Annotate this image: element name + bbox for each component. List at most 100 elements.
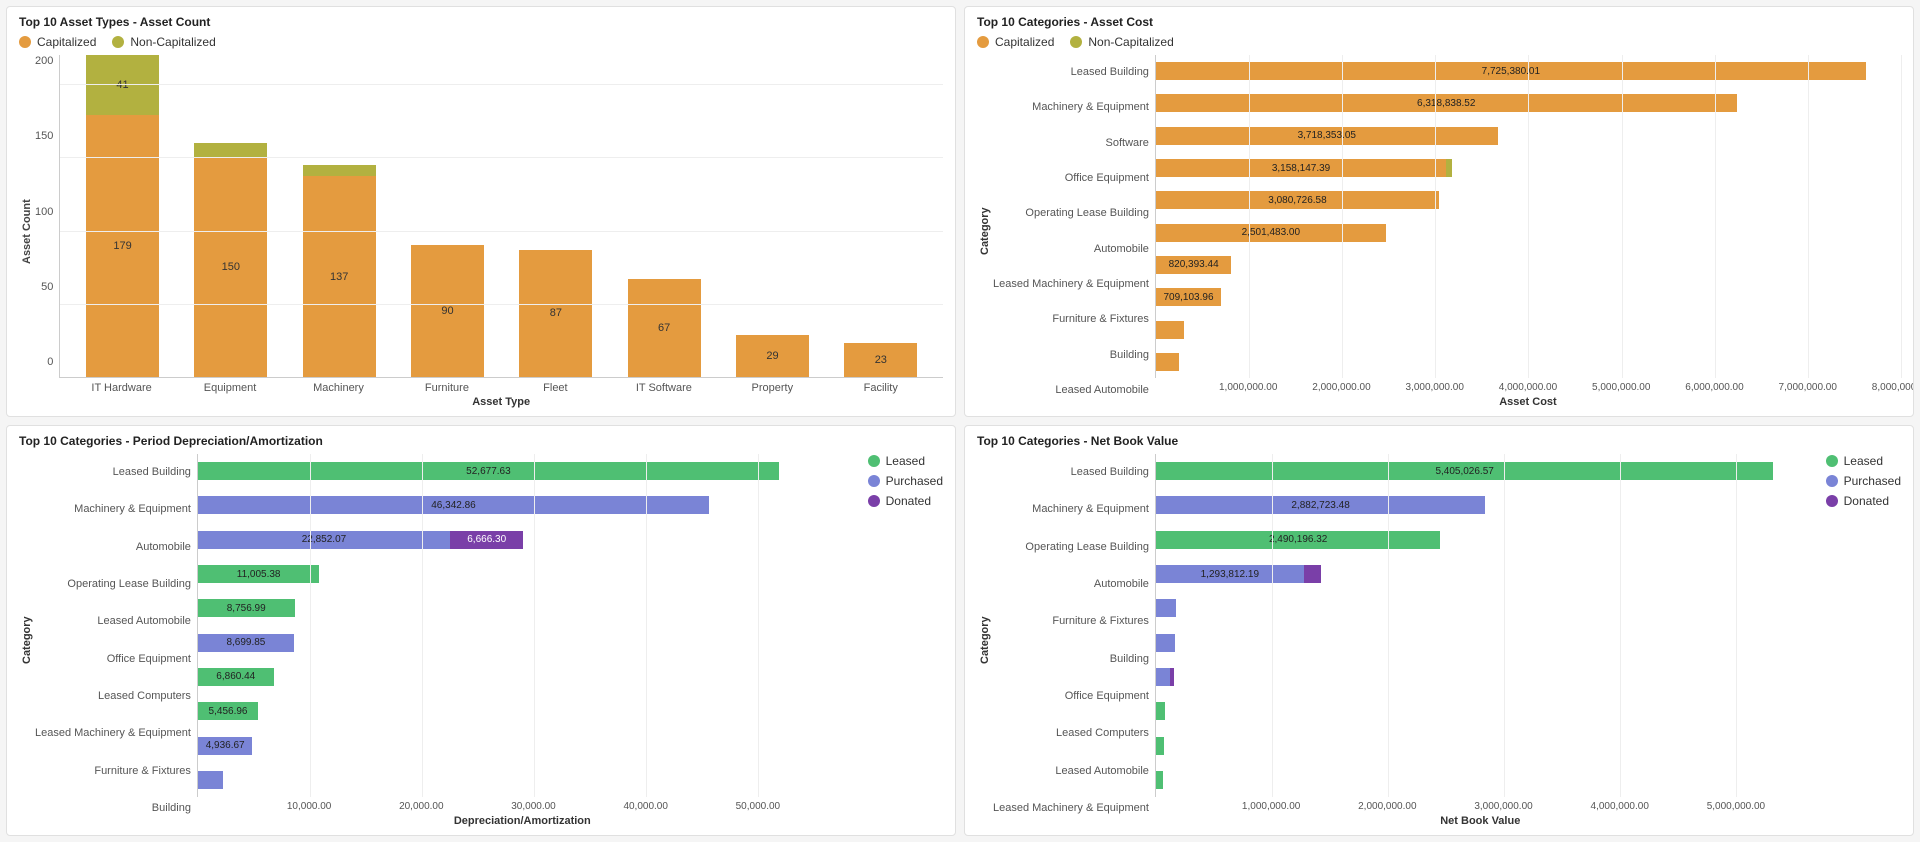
bar-segment[interactable]	[1156, 702, 1165, 720]
bar-row[interactable]: 6,318,838.52	[1156, 94, 1891, 112]
panel-title: Top 10 Categories - Net Book Value	[977, 434, 1901, 448]
bar-segment[interactable]	[1304, 565, 1321, 583]
bar-segment[interactable]: 6,860.44	[198, 668, 274, 686]
x-tick: 1,000,000.00	[1219, 382, 1277, 393]
bar-row[interactable]: 22,852.076,666.30	[198, 531, 838, 549]
bar-row[interactable]: 8,699.85	[198, 634, 838, 652]
bar-row[interactable]	[1156, 668, 1796, 686]
legend-item[interactable]: Donated	[868, 494, 943, 508]
bar-column[interactable]: 67	[612, 55, 716, 377]
legend-item[interactable]: Purchased	[868, 474, 943, 488]
bar-segment[interactable]: 2,490,196.32	[1156, 531, 1440, 549]
bar-row[interactable]	[1156, 634, 1796, 652]
bar-column[interactable]: 137	[287, 55, 391, 377]
bar-segment[interactable]	[1156, 771, 1163, 789]
bar-row[interactable]: 2,490,196.32	[1156, 531, 1796, 549]
bar-row[interactable]	[1156, 771, 1796, 789]
bar-segment[interactable]: 3,080,726.58	[1156, 191, 1439, 209]
bar-column[interactable]: 150	[179, 55, 283, 377]
bar-row[interactable]: 6,860.44	[198, 668, 838, 686]
legend-item-capitalized[interactable]: Capitalized	[977, 35, 1054, 49]
bar-row[interactable]: 820,393.44	[1156, 256, 1891, 274]
bar-segment[interactable]: 46,342.86	[198, 496, 709, 514]
bar-column[interactable]: 90	[395, 55, 499, 377]
bar-segment[interactable]	[1156, 321, 1184, 339]
bar-column[interactable]: 29	[720, 55, 824, 377]
bar-column[interactable]: 17941	[70, 55, 174, 377]
bar-segment[interactable]: 137	[303, 176, 376, 377]
bar-segment[interactable]: 4,936.67	[198, 737, 252, 755]
legend-item[interactable]: Donated	[1826, 494, 1901, 508]
bar-row[interactable]	[1156, 321, 1891, 339]
bar-segment[interactable]: 8,756.99	[198, 599, 295, 617]
bar-segment[interactable]	[1156, 353, 1179, 371]
bar-row[interactable]: 11,005.38	[198, 565, 838, 583]
bar-segment[interactable]	[1156, 737, 1164, 755]
bar-segment[interactable]: 3,158,147.39	[1156, 159, 1446, 177]
bar-segment[interactable]: 29	[736, 335, 809, 377]
bar-segment[interactable]: 150	[194, 157, 267, 377]
bar-row[interactable]: 8,756.99	[198, 599, 838, 617]
bar-row[interactable]: 3,718,353.05	[1156, 127, 1891, 145]
chart-asset-cost[interactable]: CategoryLeased BuildingMachinery & Equip…	[977, 55, 1901, 408]
bar-segment[interactable]: 179	[86, 115, 159, 377]
bar-segment[interactable]	[1156, 634, 1175, 652]
bar-segment[interactable]: 3,718,353.05	[1156, 127, 1498, 145]
bar-row[interactable]: 7,725,380.01	[1156, 62, 1891, 80]
bar-row[interactable]: 2,501,483.00	[1156, 224, 1891, 242]
bar-segment[interactable]: 5,405,026.57	[1156, 462, 1773, 480]
bar-column[interactable]: 87	[504, 55, 608, 377]
bar-segment[interactable]	[198, 771, 223, 789]
bar-segment[interactable]: 23	[844, 343, 917, 377]
bar-column[interactable]: 23	[829, 55, 933, 377]
bar-row[interactable]: 3,158,147.39	[1156, 159, 1891, 177]
bar-row[interactable]	[198, 771, 838, 789]
y-tick: Office Equipment	[993, 173, 1149, 184]
legend-item[interactable]: Leased	[868, 454, 943, 468]
bar-segment[interactable]	[1446, 159, 1452, 177]
bar-segment[interactable]: 2,882,723.48	[1156, 496, 1485, 514]
chart-asset-count[interactable]: Asset Count20015010050017941150137908767…	[19, 55, 943, 408]
y-tick: 200	[35, 55, 53, 67]
legend-item[interactable]: Leased	[1826, 454, 1901, 468]
bar-segment[interactable]	[194, 143, 267, 158]
bar-segment[interactable]: 22,852.07	[198, 531, 450, 549]
bar-segment[interactable]: 6,318,838.52	[1156, 94, 1737, 112]
chart-nbv[interactable]: CategoryLeased BuildingMachinery & Equip…	[977, 454, 1901, 827]
bar-segment[interactable]: 7,725,380.01	[1156, 62, 1866, 80]
bar-row[interactable]: 5,405,026.57	[1156, 462, 1796, 480]
bar-row[interactable]: 52,677.63	[198, 462, 838, 480]
bar-segment[interactable]: 5,456.96	[198, 702, 258, 720]
bar-row[interactable]: 3,080,726.58	[1156, 191, 1891, 209]
bar-segment[interactable]: 1,293,812.19	[1156, 565, 1304, 583]
legend-item-noncapitalized[interactable]: Non-Capitalized	[1070, 35, 1173, 49]
bar-segment[interactable]: 67	[628, 279, 701, 377]
bar-row[interactable]	[1156, 599, 1796, 617]
legend-item-capitalized[interactable]: Capitalized	[19, 35, 96, 49]
bar-segment[interactable]	[1156, 599, 1177, 617]
bar-segment[interactable]: 820,393.44	[1156, 256, 1231, 274]
bar-segment[interactable]: 52,677.63	[198, 462, 779, 480]
bar-row[interactable]: 709,103.96	[1156, 288, 1891, 306]
bar-row[interactable]: 4,936.67	[198, 737, 838, 755]
bar-segment[interactable]: 709,103.96	[1156, 288, 1221, 306]
bar-segment[interactable]: 87	[519, 250, 592, 377]
bar-segment[interactable]	[1156, 668, 1170, 686]
bar-segment[interactable]: 6,666.30	[450, 531, 524, 549]
bar-row[interactable]: 46,342.86	[198, 496, 838, 514]
bar-segment[interactable]: 8,699.85	[198, 634, 294, 652]
bar-row[interactable]	[1156, 353, 1891, 371]
bar-segment[interactable]	[303, 165, 376, 177]
bar-row[interactable]: 5,456.96	[198, 702, 838, 720]
chart-depreciation[interactable]: CategoryLeased BuildingMachinery & Equip…	[19, 454, 943, 827]
bar-segment[interactable]	[1170, 668, 1175, 686]
bar-row[interactable]	[1156, 702, 1796, 720]
bar-segment[interactable]: 2,501,483.00	[1156, 224, 1386, 242]
bar-segment[interactable]: 90	[411, 245, 484, 377]
legend-item-noncapitalized[interactable]: Non-Capitalized	[112, 35, 215, 49]
bar-segment[interactable]: 11,005.38	[198, 565, 319, 583]
bar-row[interactable]: 2,882,723.48	[1156, 496, 1796, 514]
bar-row[interactable]	[1156, 737, 1796, 755]
bar-row[interactable]: 1,293,812.19	[1156, 565, 1796, 583]
legend-item[interactable]: Purchased	[1826, 474, 1901, 488]
